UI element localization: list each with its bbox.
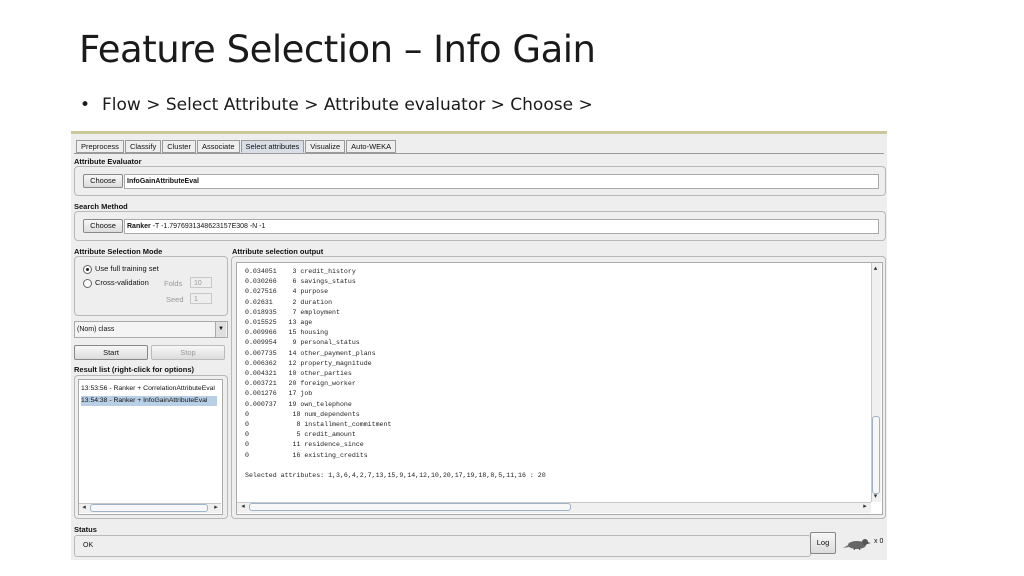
task-count: x 0 (874, 538, 884, 545)
use-full-training-label: Use full training set (95, 264, 159, 273)
output-line: 0.009966 15 housing (245, 329, 329, 337)
output-line: 0 16 existing_credits (245, 451, 368, 459)
seed-label: Seed (166, 295, 184, 304)
evaluator-field[interactable]: InfoGainAttributeEval (124, 174, 879, 189)
status-label: Status (74, 525, 97, 534)
output-line: 0.003721 20 foreign_worker (245, 380, 356, 388)
result-item-selected[interactable]: 13:54:38 - Ranker + InfoGainAttributeEva… (81, 396, 217, 406)
stop-button[interactable]: Stop (151, 345, 225, 360)
tab-divider (74, 153, 884, 154)
output-line: 0.015525 13 age (245, 319, 313, 327)
result-list-label: Result list (right-click for options) (74, 365, 195, 374)
chevron-down-icon[interactable]: ▼ (215, 322, 226, 337)
evaluator-label: Attribute Evaluator (74, 157, 142, 166)
output-text-area[interactable]: 0.034051 3 credit_history 0.030266 6 savi… (236, 262, 883, 515)
output-line: Selected attributes: 1,3,6,4,2,7,13,15,9… (245, 472, 546, 480)
output-label: Attribute selection output (232, 247, 324, 256)
output-line: 0.009954 9 personal_status (245, 339, 360, 347)
mode-label: Attribute Selection Mode (74, 247, 163, 256)
status-text: OK (83, 542, 94, 549)
folds-label: Folds (164, 279, 183, 288)
slide-title: Feature Selection – Info Gain (79, 28, 596, 71)
search-value-name: Ranker (127, 223, 151, 230)
tab-cluster[interactable]: Cluster (162, 140, 196, 153)
output-line: 0.004321 10 other_parties (245, 370, 352, 378)
cross-validation-label: Cross-validation (95, 278, 149, 287)
tab-select-attributes[interactable]: Select attributes (240, 140, 305, 153)
output-line: 0 8 installment_commitment (245, 421, 392, 429)
output-line: 0.007735 14 other_payment_plans (245, 349, 376, 357)
scroll-up-icon[interactable]: ▴ (871, 265, 880, 273)
status-bar: OK (74, 535, 811, 557)
scroll-left-icon[interactable]: ◂ (80, 504, 88, 512)
output-line: 0.027516 4 purpose (245, 288, 329, 296)
output-line: 0.001276 17 job (245, 390, 313, 398)
search-choose-button[interactable]: Choose (83, 219, 123, 233)
seed-input[interactable]: 1 (190, 293, 212, 304)
use-full-training-radio[interactable] (83, 265, 92, 274)
scroll-right-icon[interactable]: ▸ (861, 503, 869, 511)
tab-preprocess[interactable]: Preprocess (76, 140, 124, 153)
scroll-down-icon[interactable]: ▾ (871, 493, 880, 501)
search-field[interactable]: Ranker -T -1.7976931348623157E308 -N -1 (124, 219, 879, 234)
evaluator-choose-button[interactable]: Choose (83, 174, 123, 188)
weka-explorer-window: Preprocess Classify Cluster Associate Se… (71, 131, 887, 560)
result-item[interactable]: 13:53:56 - Ranker + CorrelationAttribute… (81, 384, 217, 394)
output-hscroll-thumb[interactable] (249, 503, 571, 511)
search-value-options: -T -1.7976931348623157E308 -N -1 (150, 223, 266, 230)
tab-visualize[interactable]: Visualize (305, 140, 346, 153)
bullet-item: • Flow > Select Attribute > Attribute eva… (80, 95, 593, 115)
bullet-text: Flow > Select Attribute > Attribute eval… (102, 95, 593, 115)
output-line: 0.034051 3 credit_history (245, 268, 356, 275)
tab-bar: Preprocess Classify Cluster Associate Se… (76, 140, 397, 153)
scroll-left-icon[interactable]: ◂ (239, 503, 247, 511)
output-vscroll-thumb[interactable] (872, 416, 880, 494)
output-line: 0 11 residence_since (245, 441, 364, 449)
weka-bird-icon (843, 536, 871, 551)
tab-auto-weka[interactable]: Auto-WEKA (346, 140, 397, 153)
scroll-right-icon[interactable]: ▸ (212, 504, 220, 512)
output-line: 0.030266 6 savings_status (245, 278, 356, 286)
evaluator-value: InfoGainAttributeEval (127, 178, 199, 185)
output-line: 0.000737 19 own_telephone (245, 400, 352, 408)
cross-validation-radio[interactable] (83, 279, 92, 288)
output-line: 0 18 num_dependents (245, 410, 360, 418)
class-select-value: (Nom) class (77, 326, 115, 333)
folds-input[interactable]: 10 (190, 277, 212, 288)
search-label: Search Method (74, 202, 128, 211)
log-button[interactable]: Log (810, 532, 836, 554)
tab-associate[interactable]: Associate (196, 140, 240, 153)
start-button[interactable]: Start (74, 345, 148, 360)
output-line: 0.02631 2 duration (245, 298, 333, 306)
output-lines: 0.034051 3 credit_history 0.030266 6 savi… (245, 267, 546, 481)
output-line: 0.018935 7 employment (245, 308, 340, 316)
output-line: 0.006362 12 property_magnitude (245, 359, 372, 367)
tab-classify[interactable]: Classify (124, 140, 162, 153)
bullet-dot: • (80, 95, 91, 115)
class-select[interactable]: (Nom) class (74, 321, 228, 338)
output-line: 0 5 credit_amount (245, 431, 356, 439)
result-list-hscroll-thumb[interactable] (90, 504, 208, 512)
